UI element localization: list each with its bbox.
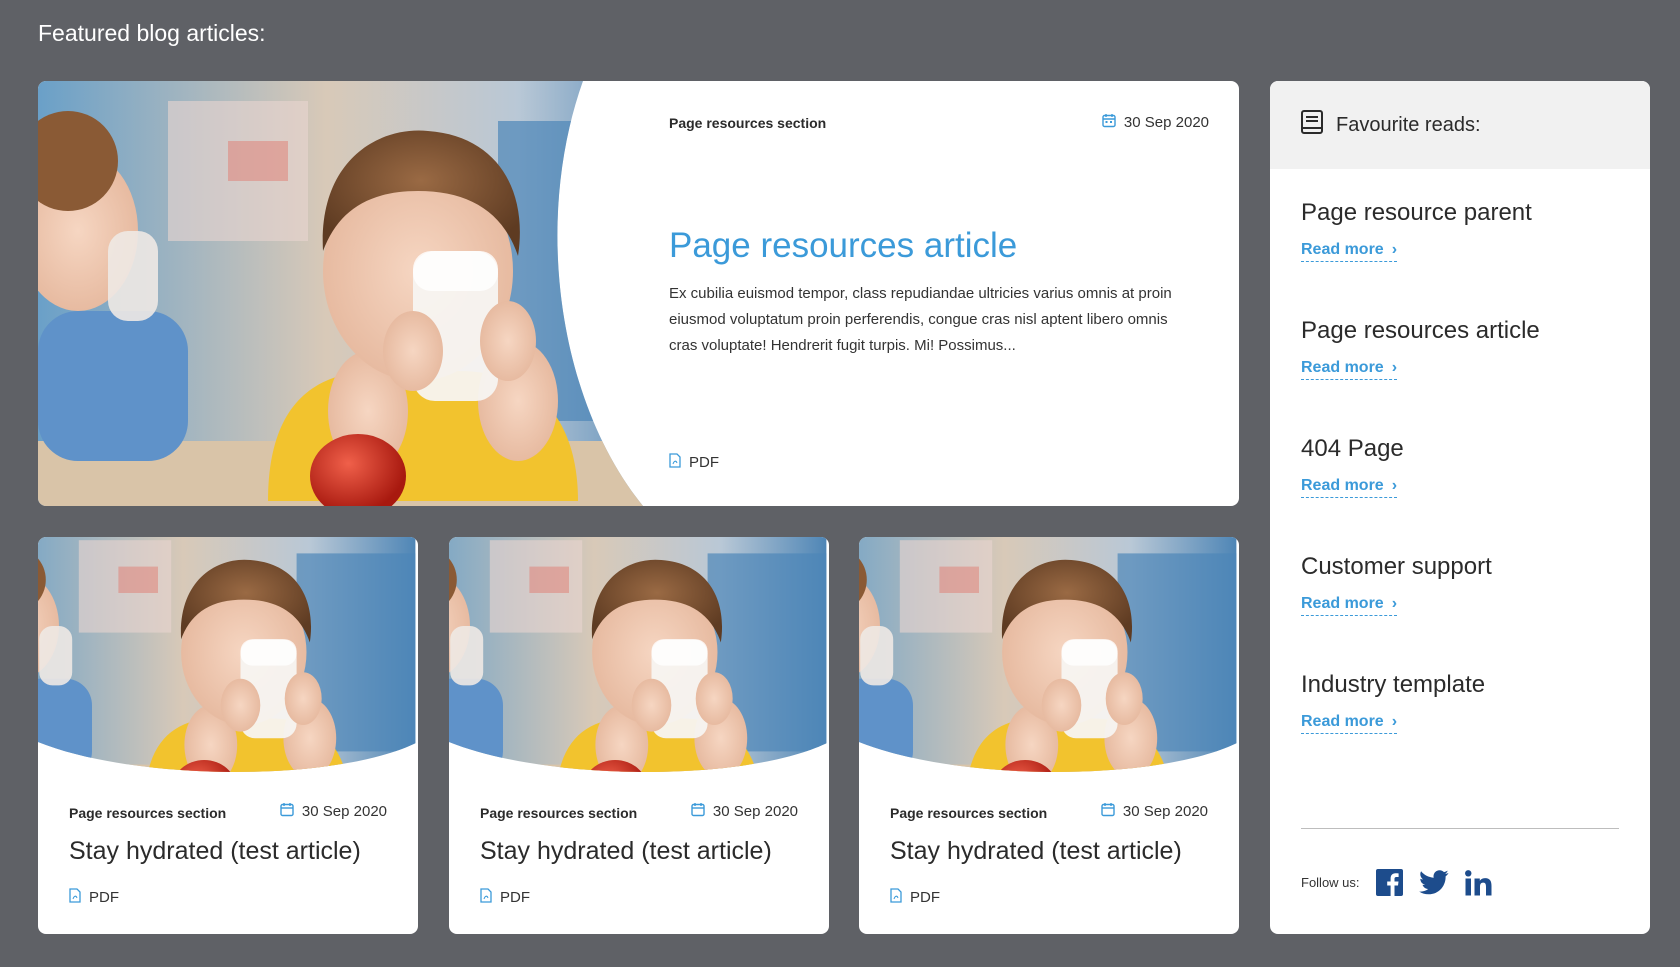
- twitter-icon[interactable]: [1418, 870, 1449, 895]
- calendar-icon: [691, 802, 705, 821]
- article-section-label: Page resources section: [480, 805, 638, 821]
- chevron-right-icon: ›: [1391, 713, 1398, 730]
- pdf-attachment-link[interactable]: PDF: [890, 888, 940, 907]
- featured-article-excerpt: Ex cubilia euismod tempor, class repudia…: [669, 285, 1172, 354]
- article-date: 30 Sep 2020: [691, 802, 798, 821]
- article-card-title[interactable]: Stay hydrated (test article): [69, 837, 361, 866]
- favourite-item-title: Page resource parent: [1301, 199, 1532, 226]
- favourite-item-title: Industry template: [1301, 671, 1486, 698]
- read-more-label: Read more: [1301, 241, 1384, 258]
- favourite-item: Industry template Read more ›: [1301, 671, 1485, 734]
- pdf-attachment-link[interactable]: PDF: [480, 888, 530, 907]
- read-more-link[interactable]: Read more ›: [1301, 595, 1398, 616]
- pdf-file-icon: [69, 888, 81, 907]
- pdf-file-icon: [669, 453, 681, 472]
- featured-article-image[interactable]: [38, 81, 678, 506]
- favourite-item: 404 Page Read more ›: [1301, 435, 1404, 498]
- read-more-link[interactable]: Read more ›: [1301, 477, 1398, 498]
- article-date-text: 30 Sep 2020: [1122, 803, 1208, 820]
- read-more-label: Read more: [1301, 595, 1384, 612]
- pdf-attachment-label: PDF: [689, 454, 719, 471]
- article-card[interactable]: Page resources section 30 Sep 2020 Stay …: [449, 537, 829, 934]
- calendar-icon: [280, 802, 294, 821]
- favourite-item-title: Page resources article: [1301, 317, 1540, 344]
- article-card-title[interactable]: Stay hydrated (test article): [480, 837, 772, 866]
- chevron-right-icon: ›: [1391, 359, 1398, 376]
- article-card[interactable]: Page resources section 30 Sep 2020 Stay …: [859, 537, 1239, 934]
- read-more-label: Read more: [1301, 359, 1384, 376]
- favourite-reads-header: Favourite reads:: [1270, 81, 1650, 169]
- read-more-link[interactable]: Read more ›: [1301, 241, 1398, 262]
- chevron-right-icon: ›: [1391, 477, 1398, 494]
- article-date-text: 30 Sep 2020: [712, 803, 798, 820]
- article-date: 30 Sep 2020: [280, 802, 387, 821]
- article-date-text: 30 Sep 2020: [1123, 114, 1209, 131]
- read-more-link[interactable]: Read more ›: [1301, 359, 1398, 380]
- book-icon: [1300, 109, 1324, 141]
- pdf-file-icon: [480, 888, 492, 907]
- favourite-reads-title: Favourite reads:: [1336, 113, 1481, 136]
- article-section-label: Page resources section: [890, 805, 1048, 821]
- article-date: 30 Sep 2020: [1102, 113, 1209, 132]
- article-card[interactable]: Page resources section 30 Sep 2020 Stay …: [38, 537, 418, 934]
- chevron-right-icon: ›: [1391, 595, 1398, 612]
- pdf-attachment-link[interactable]: PDF: [69, 888, 119, 907]
- article-section-label: Page resources section: [669, 115, 827, 131]
- featured-article-title[interactable]: Page resources article: [669, 226, 1017, 266]
- pdf-attachment-label: PDF: [500, 889, 530, 906]
- pdf-file-icon: [890, 888, 902, 907]
- favourite-item: Page resources article Read more ›: [1301, 317, 1540, 380]
- article-card-image[interactable]: [38, 537, 418, 782]
- calendar-icon: [1101, 802, 1115, 821]
- linkedin-icon[interactable]: [1464, 869, 1492, 896]
- read-more-label: Read more: [1301, 477, 1384, 494]
- favourite-item-title: 404 Page: [1301, 435, 1404, 462]
- pdf-attachment-label: PDF: [910, 889, 940, 906]
- read-more-link[interactable]: Read more ›: [1301, 713, 1398, 734]
- follow-label: Follow us:: [1301, 875, 1360, 890]
- article-card-image[interactable]: [859, 537, 1239, 782]
- favourite-reads-panel: Favourite reads: Page resource parent Re…: [1270, 81, 1650, 934]
- article-date-text: 30 Sep 2020: [301, 803, 387, 820]
- article-card-title[interactable]: Stay hydrated (test article): [890, 837, 1182, 866]
- social-follow: Follow us:: [1301, 869, 1492, 896]
- favourite-item: Customer support Read more ›: [1301, 553, 1492, 616]
- pdf-attachment-link[interactable]: PDF: [669, 453, 719, 472]
- favourite-item-title: Customer support: [1301, 553, 1492, 580]
- article-date: 30 Sep 2020: [1101, 802, 1208, 821]
- article-section-label: Page resources section: [69, 805, 227, 821]
- read-more-label: Read more: [1301, 713, 1384, 730]
- featured-article-card[interactable]: Page resources section 30 Sep 2020 Page …: [38, 81, 1239, 506]
- section-heading: Featured blog articles:: [38, 20, 266, 46]
- facebook-icon[interactable]: [1375, 869, 1403, 896]
- divider: [1301, 828, 1619, 829]
- article-card-image[interactable]: [449, 537, 829, 782]
- chevron-right-icon: ›: [1391, 241, 1398, 258]
- calendar-icon: [1102, 113, 1116, 132]
- favourite-item: Page resource parent Read more ›: [1301, 199, 1532, 262]
- pdf-attachment-label: PDF: [89, 889, 119, 906]
